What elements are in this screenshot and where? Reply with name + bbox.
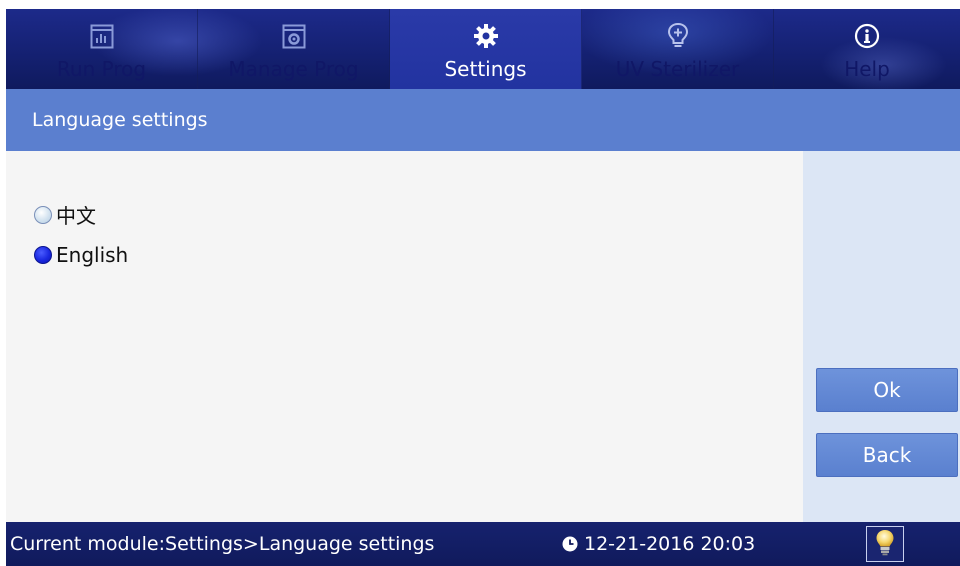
current-module-text: Current module:Settings>Language setting… (10, 533, 435, 555)
tab-label: Manage Prog (228, 57, 359, 81)
tab-uv-sterilizer[interactable]: UV Sterilizer (582, 9, 774, 89)
datetime-text: 12-21-2016 20:03 (584, 533, 756, 555)
page-title: Language settings (32, 109, 208, 131)
tab-label: Settings (444, 57, 527, 81)
light-toggle-button[interactable] (866, 526, 904, 562)
ok-button[interactable]: Ok (816, 368, 958, 412)
radio-button-selected[interactable] (34, 246, 52, 264)
bulb-plus-icon (663, 21, 693, 51)
info-icon (852, 21, 882, 51)
tab-label: Run Prog (56, 57, 147, 81)
device-screen: Run Prog Manage Prog Settings UV Sterili… (6, 9, 960, 566)
language-option-english[interactable]: English (34, 243, 128, 267)
top-tab-bar: Run Prog Manage Prog Settings UV Sterili… (6, 9, 960, 89)
clock-icon (562, 536, 578, 552)
language-options-panel: 中文 English (6, 151, 803, 522)
radio-button[interactable] (34, 205, 52, 224)
tab-help[interactable]: Help (774, 9, 960, 89)
tab-label: Help (844, 57, 890, 81)
title-bar: Language settings (6, 89, 960, 151)
tab-manage-prog[interactable]: Manage Prog (198, 9, 390, 89)
status-bar: Current module:Settings>Language setting… (6, 522, 960, 566)
gear-icon (471, 21, 501, 51)
tab-run-prog[interactable]: Run Prog (6, 9, 198, 89)
chart-icon (87, 21, 117, 51)
gear-doc-icon (279, 21, 309, 51)
tab-settings[interactable]: Settings (390, 9, 582, 89)
datetime-display: 12-21-2016 20:03 (562, 522, 755, 566)
option-label: English (56, 243, 129, 267)
light-bulb-icon (874, 528, 896, 560)
language-option-chinese[interactable]: 中文 (34, 200, 96, 229)
tab-label: UV Sterilizer (615, 57, 740, 81)
option-label: 中文 (56, 204, 96, 228)
action-panel: Ok Back (803, 151, 960, 522)
back-button[interactable]: Back (816, 433, 958, 477)
